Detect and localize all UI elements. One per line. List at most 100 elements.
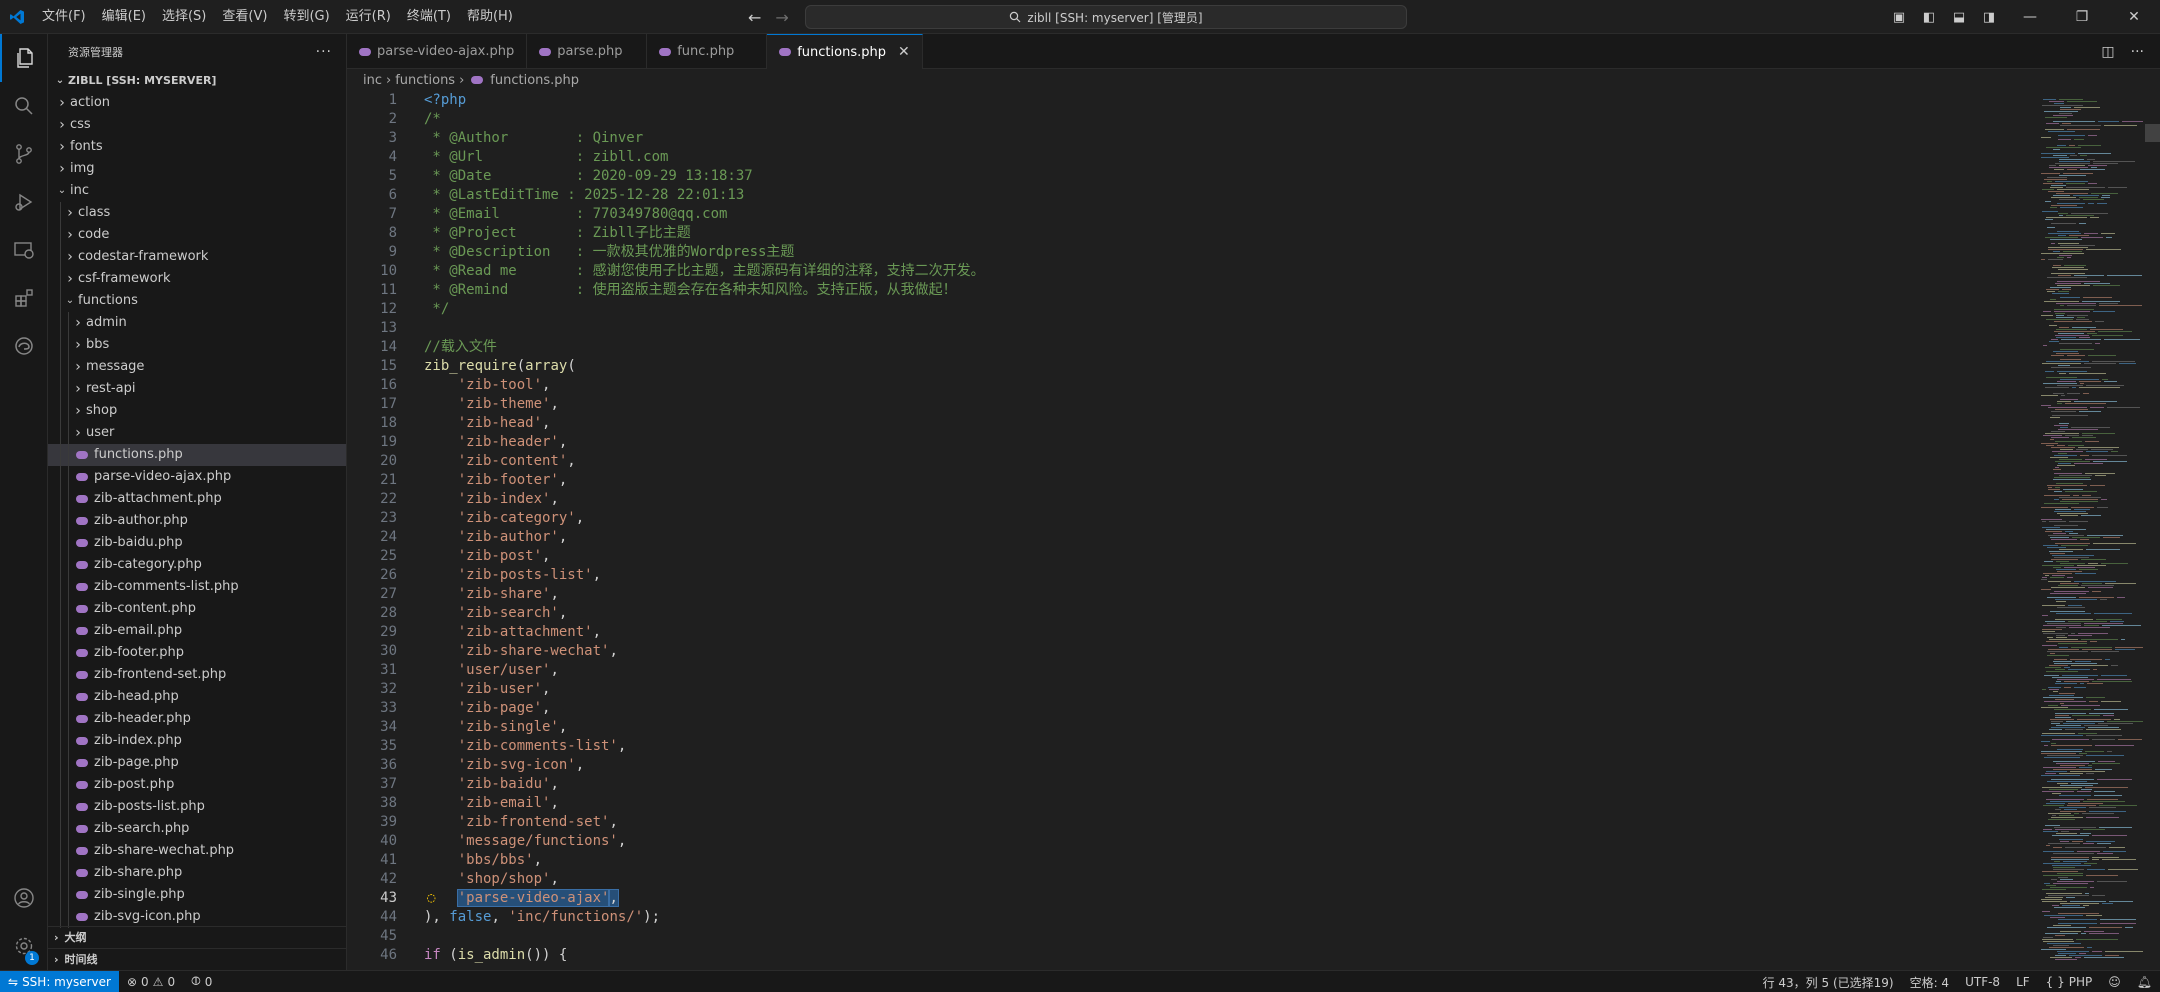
code-line[interactable]: 46 if (is_admin()) { [347,946,2037,965]
tree-folder[interactable]: › shop [48,400,346,422]
tree-file[interactable]: functions.php [48,444,346,466]
lightbulb-icon[interactable]: ◌ [427,889,435,908]
code-line[interactable]: 23 'zib-category', [347,509,2037,528]
tree-file[interactable]: zib-category.php [48,554,346,576]
menu-item[interactable]: 转到(G) [275,0,337,34]
menu-item[interactable]: 终端(T) [399,0,459,34]
tree-folder[interactable]: ⌄ inc [48,180,346,202]
code-line[interactable]: 45 [347,927,2037,946]
code-line[interactable]: 21 'zib-footer', [347,471,2037,490]
menu-item[interactable]: 文件(F) [34,0,94,34]
tree-folder[interactable]: › user [48,422,346,444]
code-editor[interactable]: 1 <?php 2/* 3 * @Author : Qinver 4 * @Url : … [347,91,2037,970]
code-line[interactable]: 16 'zib-tool', [347,376,2037,395]
tree-file[interactable]: zib-share-wechat.php [48,840,346,862]
tree-file[interactable]: zib-content.php [48,598,346,620]
end-of-line[interactable]: LF [2008,975,2038,989]
remote-explorer-icon[interactable] [0,226,48,274]
tree-file[interactable]: zib-frontend-set.php [48,664,346,686]
tree-file[interactable]: parse-video-ajax.php [48,466,346,488]
tab-functions-php[interactable]: functions.php ✕ [767,34,923,69]
ports-indicator[interactable]: ⦷ 0 [183,974,220,989]
tree-file[interactable]: zib-head.php [48,686,346,708]
back-arrow-icon[interactable]: ← [748,8,761,27]
tree-file[interactable]: zib-footer.php [48,642,346,664]
code-line[interactable]: 19 'zib-header', [347,433,2037,452]
code-line[interactable]: 40 'message/functions', [347,832,2037,851]
forward-arrow-icon[interactable]: → [775,8,788,27]
menu-item[interactable]: 选择(S) [154,0,214,34]
command-center[interactable]: zibll [SSH: myserver] [管理员] [805,5,1407,29]
code-line[interactable]: 27 'zib-share', [347,585,2037,604]
run-debug-icon[interactable] [0,178,48,226]
code-line[interactable]: 37 'zib-baidu', [347,775,2037,794]
code-line[interactable]: 25 'zib-post', [347,547,2037,566]
tree-folder[interactable]: › action [48,92,346,114]
tab-func-php[interactable]: func.php [647,34,768,69]
tree-file[interactable]: zib-index.php [48,730,346,752]
toggle-primary-sidebar-icon[interactable]: ◧ [1914,10,1944,25]
code-line[interactable]: 32 'zib-user', [347,680,2037,699]
toggle-panel-icon[interactable]: ⬓ [1944,10,1974,25]
tree-file[interactable]: zib-author.php [48,510,346,532]
code-line[interactable]: 10 * @Read me : 感谢您使用子比主题，主题源码有详细的注释，支持二… [347,262,2037,281]
scrollbar-slider[interactable] [2145,124,2160,142]
code-line[interactable]: 34 'zib-single', [347,718,2037,737]
code-line[interactable]: 39 'zib-frontend-set', [347,813,2037,832]
more-actions-icon[interactable]: ··· [316,44,332,60]
code-line[interactable]: 1 <?php [347,91,2037,110]
code-line[interactable]: 26 'zib-posts-list', [347,566,2037,585]
tree-file[interactable]: zib-share.php [48,862,346,884]
code-line[interactable]: 18 'zib-head', [347,414,2037,433]
customize-layout-icon[interactable]: ▣ [1884,10,1914,25]
code-line[interactable]: 11 * @Remind : 使用盗版主题会存在各种未知风险。支持正版，从我做起… [347,281,2037,300]
tree-file[interactable]: zib-header.php [48,708,346,730]
tree-folder[interactable]: ⌄ functions [48,290,346,312]
indentation[interactable]: 空格: 4 [1902,974,1958,991]
code-line[interactable]: 28 'zib-search', [347,604,2037,623]
search-icon[interactable] [0,82,48,130]
code-line[interactable]: 41 'bbs/bbs', [347,851,2037,870]
code-line[interactable]: 29 'zib-attachment', [347,623,2037,642]
code-line[interactable]: 6 * @LastEditTime : 2025-12-28 22:01:13 [347,186,2037,205]
menu-item[interactable]: 查看(V) [214,0,275,34]
tree-file[interactable]: zib-comments-list.php [48,576,346,598]
timeline-section[interactable]: › 时间线 [48,948,346,970]
copilot-icon[interactable]: ☺ [2100,975,2129,989]
notifications-bell-icon[interactable]: 🔔︎ [2129,975,2160,989]
workspace-title[interactable]: ⌄ ZIBLL [SSH: MYSERVER] [48,70,346,92]
code-line[interactable]: 24 'zib-author', [347,528,2037,547]
restore-icon[interactable]: ❐ [2056,9,2108,25]
tree-folder[interactable]: › bbs [48,334,346,356]
code-line[interactable]: 17 'zib-theme', [347,395,2037,414]
tab-parse-php[interactable]: parse.php [527,34,648,69]
code-line[interactable]: 38 'zib-email', [347,794,2037,813]
code-line[interactable]: 4 * @Url : zibll.com [347,148,2037,167]
close-window-icon[interactable]: ✕ [2108,9,2160,25]
tree-file[interactable]: zib-svg-icon.php [48,906,346,928]
tree-folder[interactable]: › class [48,202,346,224]
code-line[interactable]: 5 * @Date : 2020-09-29 13:18:37 [347,167,2037,186]
account-icon[interactable] [0,874,48,922]
code-line[interactable]: 7 * @Email : 770349780@qq.com [347,205,2037,224]
language-mode[interactable]: { } PHP [2038,975,2101,989]
tree-file[interactable]: zib-posts-list.php [48,796,346,818]
breadcrumb-item[interactable]: functions [395,73,455,88]
remote-indicator[interactable]: ⇋ SSH: myserver [0,970,119,992]
code-line[interactable]: 8 * @Project : Zibll子比主题 [347,224,2037,243]
menu-item[interactable]: 帮助(H) [459,0,521,34]
explorer-icon[interactable] [0,34,48,82]
minimap[interactable] [2037,91,2147,970]
tree-folder[interactable]: › message [48,356,346,378]
tree-file[interactable]: zib-baidu.php [48,532,346,554]
code-line[interactable]: 42 'shop/shop', [347,870,2037,889]
tree-file[interactable]: zib-email.php [48,620,346,642]
minimize-icon[interactable]: — [2004,9,2056,25]
tree-folder[interactable]: › css [48,114,346,136]
tree-folder[interactable]: › img [48,158,346,180]
code-line[interactable]: 2 /* [347,110,2037,129]
split-editor-icon[interactable]: ◫ [2101,44,2114,60]
code-line[interactable]: 36 'zib-svg-icon', [347,756,2037,775]
problems-indicator[interactable]: ⊗ 0 ⚠ 0 [119,975,183,989]
extensions-icon[interactable] [0,274,48,322]
